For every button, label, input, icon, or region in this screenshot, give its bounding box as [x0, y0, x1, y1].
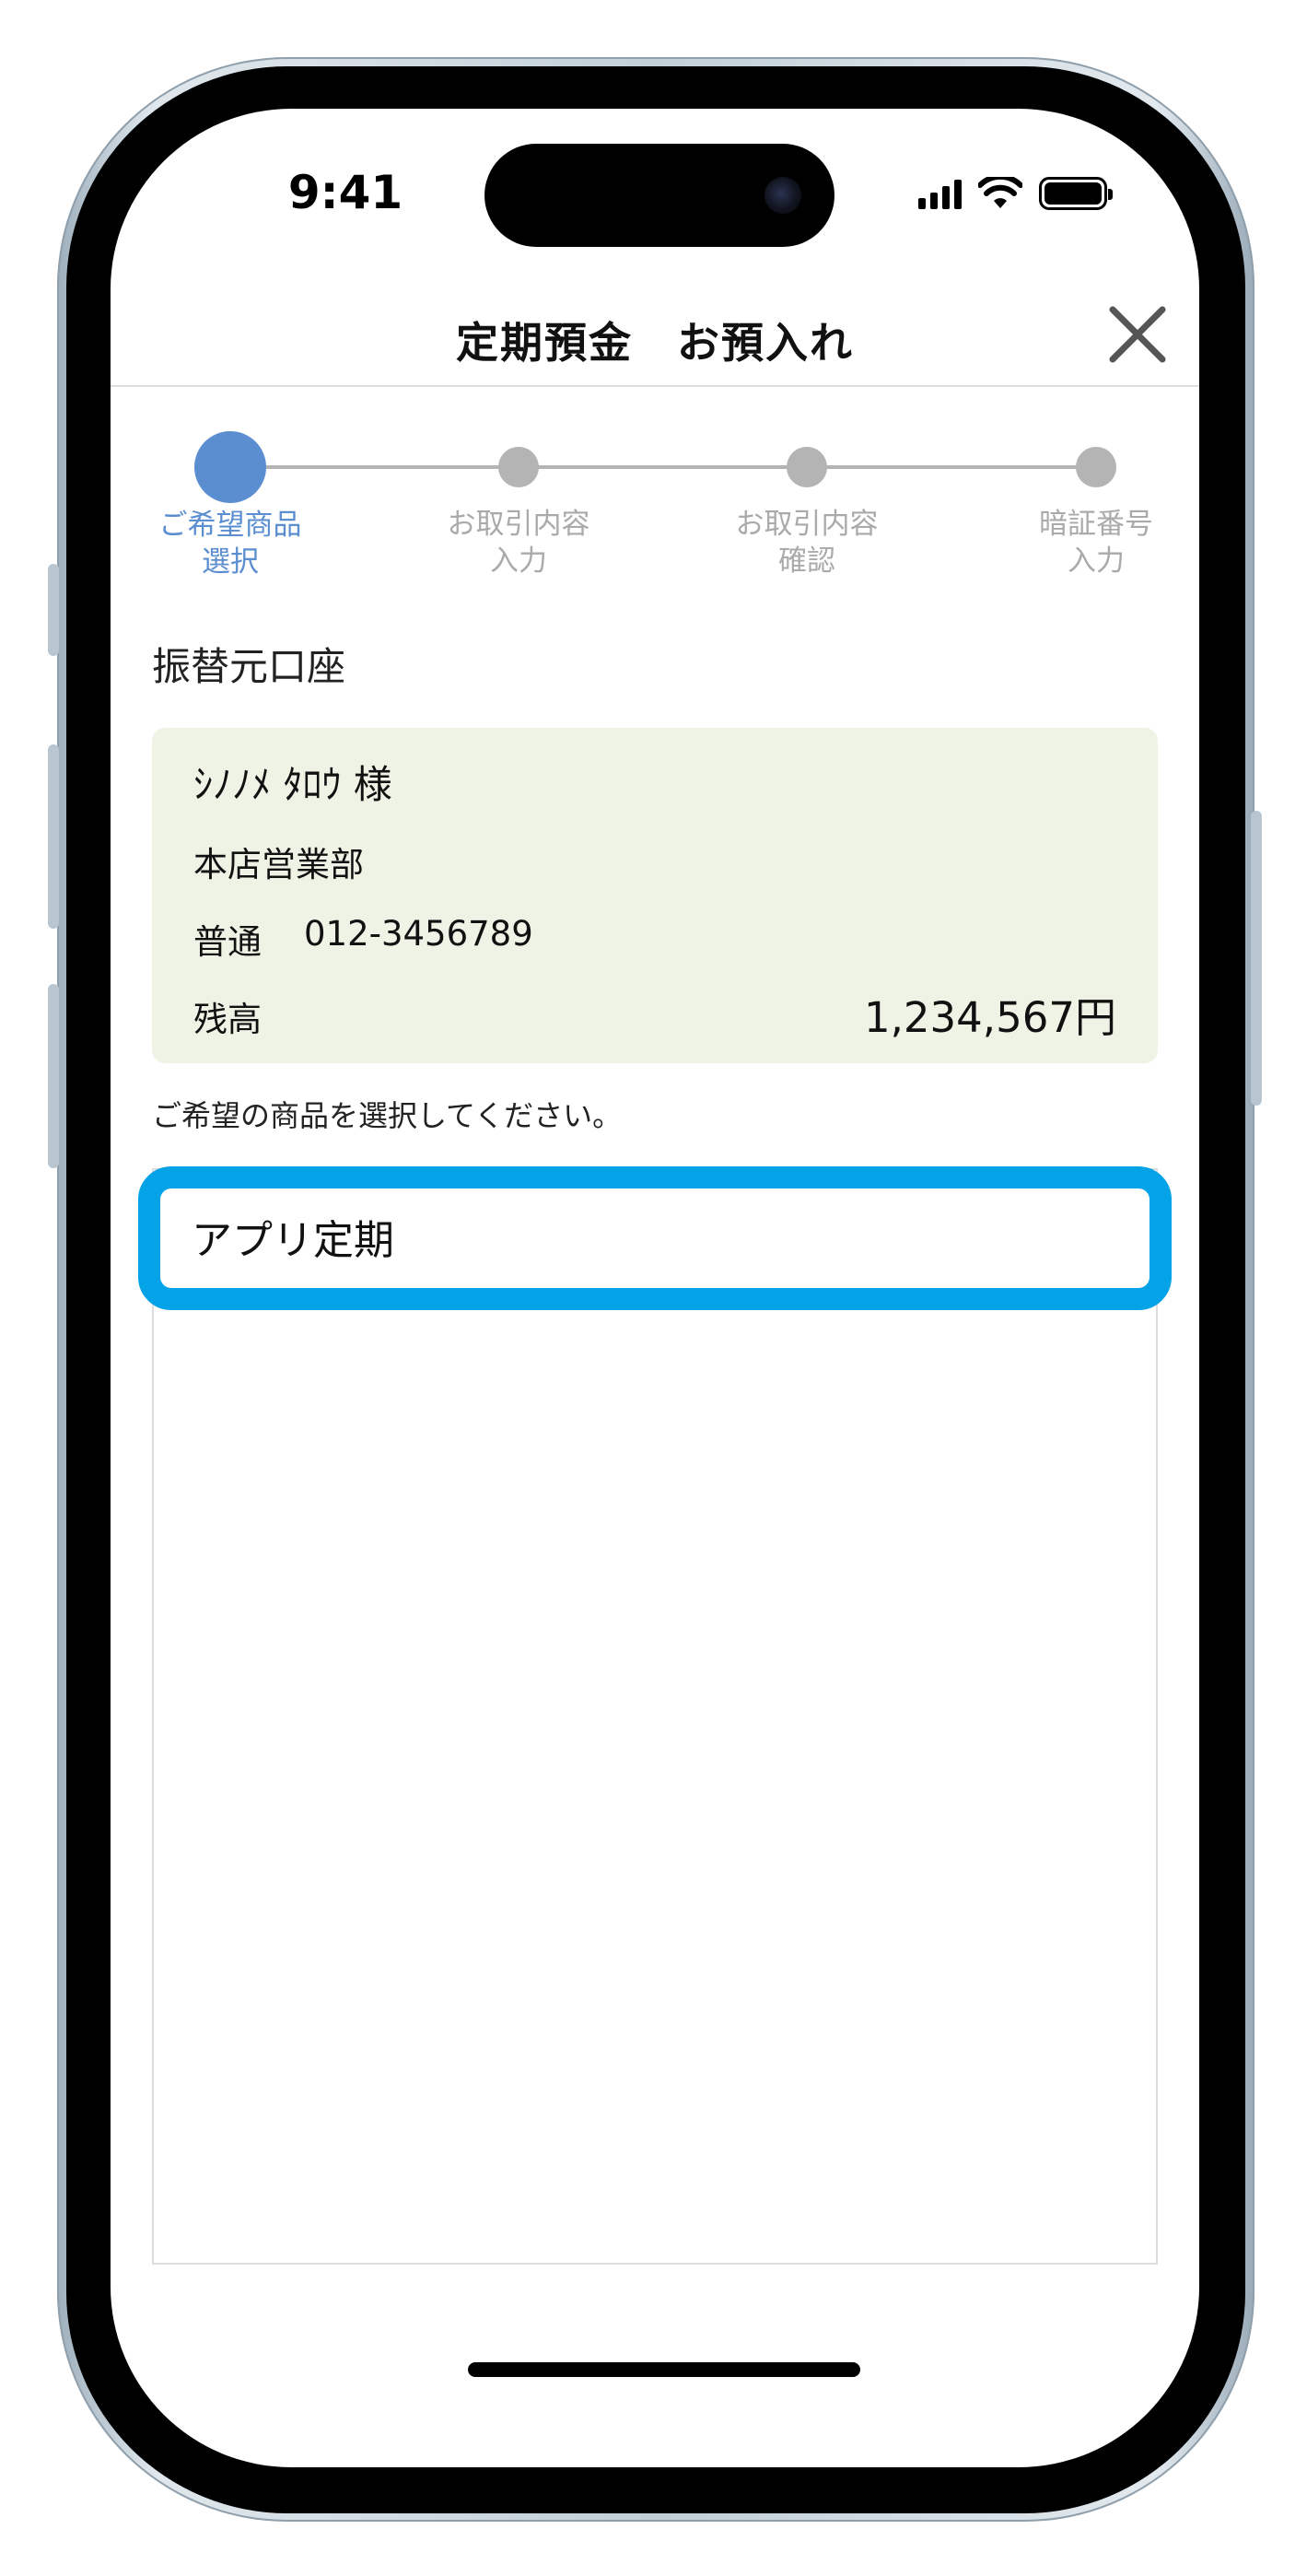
- account-holder-name: ｼﾉﾉﾒ ﾀﾛｳ 様: [193, 762, 392, 807]
- close-icon: [1109, 306, 1166, 363]
- step-product-selection: ご希望商品 選択: [129, 427, 332, 580]
- account-branch: 本店営業部: [193, 845, 364, 884]
- step-indicator: [787, 447, 827, 487]
- wifi-icon: [978, 177, 1022, 208]
- close-button[interactable]: [1105, 302, 1170, 367]
- product-label: アプリ定期: [192, 1217, 394, 1264]
- home-indicator[interactable]: [468, 2362, 860, 2377]
- page-title: 定期預金 お預入れ: [456, 318, 854, 368]
- balance-label: 残高: [193, 1000, 262, 1039]
- progress-stepper: ご希望商品 選択 お取引内容 入力 お取引内容 確認 暗証番号 入力: [111, 427, 1199, 611]
- app-screen: 9:41 定期預金 お預入れ ご希望商品 選択 お取引内容 入力 お取引内容 確…: [111, 109, 1199, 2467]
- account-number: 012-3456789: [304, 914, 533, 954]
- cellular-signal-icon: [918, 178, 962, 209]
- balance-amount: 1,234,567円: [863, 993, 1116, 1042]
- step-transaction-input: お取引内容 入力: [417, 427, 620, 580]
- product-instruction: ご希望の商品を選択してください。: [152, 1098, 623, 1133]
- step-indicator: [1076, 447, 1116, 487]
- step-label: 暗証番号 入力: [1039, 508, 1153, 578]
- battery-icon: [1039, 177, 1113, 210]
- source-account-card: ｼﾉﾉﾒ ﾀﾛｳ 様 本店営業部 普通 012-3456789 残高 1,234…: [152, 728, 1158, 1063]
- step-transaction-confirm: お取引内容 確認: [706, 427, 908, 580]
- stepper-track: [230, 465, 1096, 469]
- action-button: [48, 564, 59, 656]
- product-item-app-time-deposit[interactable]: アプリ定期: [138, 1166, 1172, 1310]
- product-list[interactable]: [152, 1168, 1158, 2265]
- volume-down-button: [48, 984, 59, 1168]
- power-button: [1251, 811, 1262, 1106]
- dynamic-island: [484, 144, 834, 247]
- step-indicator: [498, 447, 539, 487]
- step-label: お取引内容 確認: [735, 508, 879, 578]
- step-indicator: [194, 431, 266, 503]
- step-pin-input: 暗証番号 入力: [995, 427, 1197, 580]
- step-label: お取引内容 入力: [447, 508, 590, 578]
- volume-up-button: [48, 744, 59, 929]
- source-account-title: 振替元口座: [152, 644, 346, 689]
- status-time: 9:41: [287, 166, 403, 219]
- step-label: ご希望商品 選択: [158, 509, 302, 579]
- status-icons: [918, 173, 1113, 214]
- account-type: 普通: [193, 922, 262, 962]
- nav-header: 定期預金 お預入れ: [111, 284, 1199, 387]
- front-camera-icon: [764, 177, 801, 214]
